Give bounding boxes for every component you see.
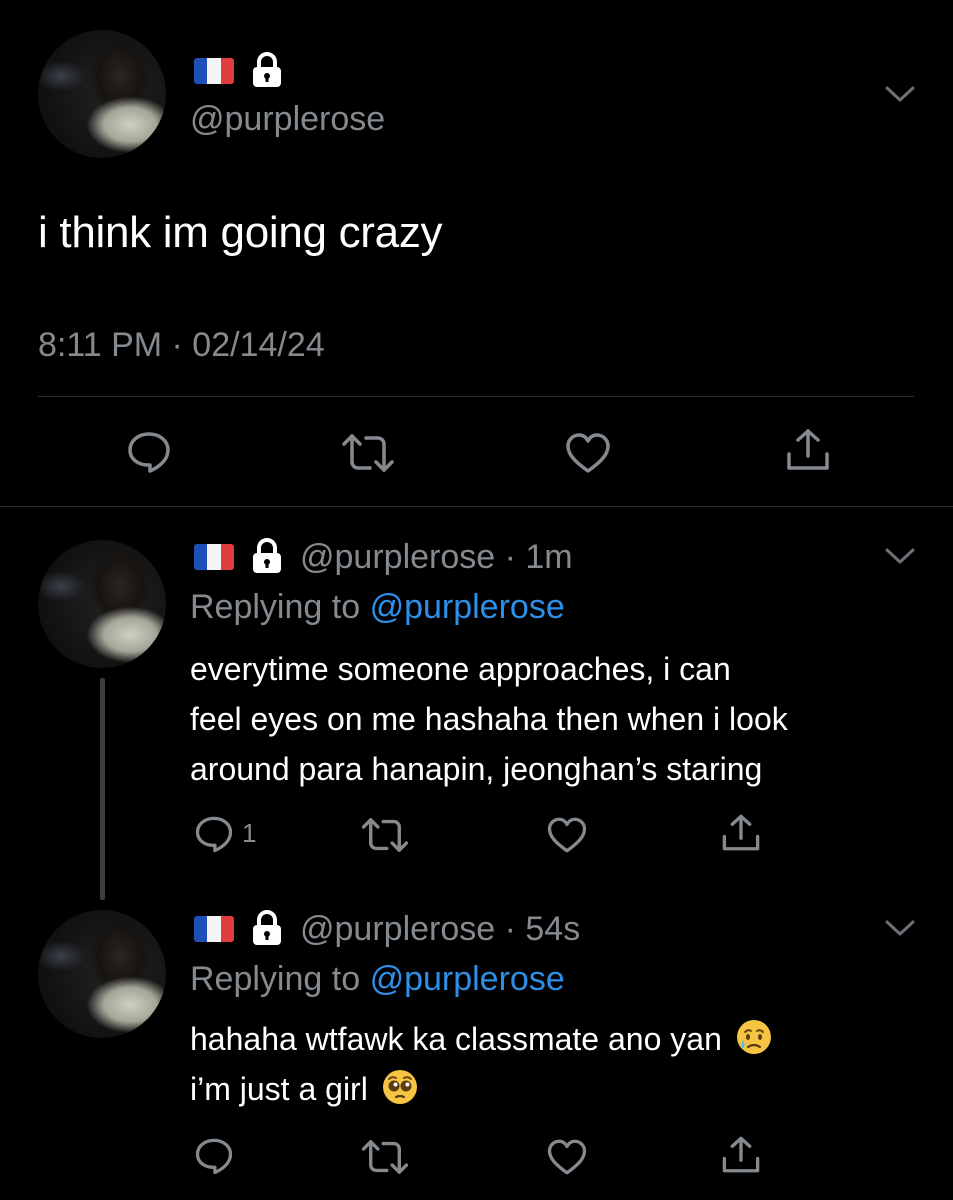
divider (38, 396, 914, 397)
reply-time: · 1m (504, 538, 573, 576)
user-handle[interactable]: @purplerose (190, 100, 385, 139)
user-handle[interactable]: @purplerose (300, 538, 495, 576)
france-flag-icon (194, 916, 234, 942)
reply-time: · 54s (504, 910, 581, 948)
retweet-icon[interactable] (360, 1138, 410, 1176)
retweet-icon[interactable] (340, 432, 396, 474)
reply-icon[interactable] (194, 1136, 234, 1176)
lock-icon (250, 910, 284, 946)
share-icon[interactable] (720, 812, 762, 854)
like-icon[interactable] (564, 432, 612, 474)
reply-header: @purplerose · 54s (300, 910, 580, 949)
retweet-icon[interactable] (360, 816, 410, 854)
tweet-text: i think im going crazy (38, 208, 443, 257)
avatar[interactable] (38, 30, 166, 158)
replying-to: Replying to @purplerose (190, 588, 565, 627)
reply-text: everytime someone approaches, i can feel… (190, 644, 930, 794)
replying-to-label: Replying to (190, 960, 361, 998)
replying-to: Replying to @purplerose (190, 960, 565, 999)
reply-icon[interactable] (194, 814, 234, 854)
lock-icon (250, 538, 284, 574)
replying-to-link[interactable]: @purplerose (370, 588, 565, 626)
like-icon[interactable] (546, 816, 588, 854)
chevron-down-icon[interactable] (884, 918, 916, 938)
share-icon[interactable] (784, 426, 832, 474)
reply-text-line: hahaha wtfawk ka classmate ano yan (190, 1021, 722, 1057)
like-icon[interactable] (546, 1138, 588, 1176)
france-flag-icon (194, 544, 234, 570)
france-flag-icon (194, 58, 234, 84)
user-handle[interactable]: @purplerose (300, 910, 495, 948)
avatar[interactable] (38, 910, 166, 1038)
reply-text-line: everytime someone approaches, i can (190, 651, 731, 687)
section-divider (0, 506, 953, 507)
sad-but-relieved-face-emoji (735, 1018, 773, 1056)
reply-header: @purplerose · 1m (300, 538, 573, 577)
reply-text-line: i’m just a girl (190, 1071, 368, 1107)
reply-text-line: around para hanapin, jeonghan’s staring (190, 751, 763, 787)
pleading-face-emoji (381, 1068, 419, 1106)
lock-icon (250, 52, 284, 88)
avatar[interactable] (38, 540, 166, 668)
reply-icon[interactable] (126, 430, 172, 474)
chevron-down-icon[interactable] (884, 546, 916, 566)
reply-count: 1 (242, 818, 257, 848)
replying-to-link[interactable]: @purplerose (370, 960, 565, 998)
chevron-down-icon[interactable] (884, 84, 916, 104)
reply-text: hahaha wtfawk ka classmate ano yan i’m j… (190, 1014, 930, 1114)
reply-text-line: feel eyes on me hashaha then when i look (190, 701, 788, 737)
replying-to-label: Replying to (190, 588, 361, 626)
share-icon[interactable] (720, 1134, 762, 1176)
tweet-timestamp[interactable]: 8:11 PM · 02/14/24 (38, 326, 325, 365)
thread-line (100, 678, 105, 900)
